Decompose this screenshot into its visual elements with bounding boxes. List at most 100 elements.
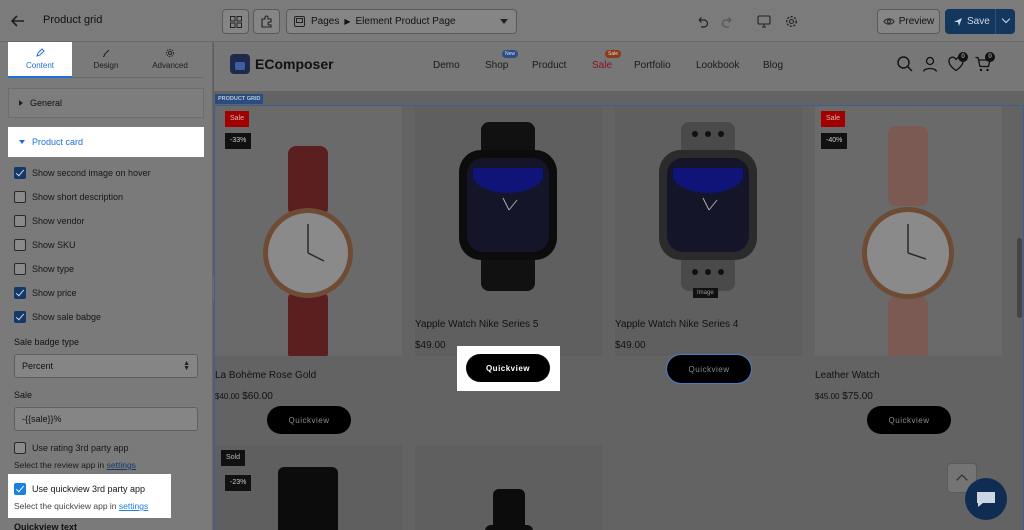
option-sku[interactable]: Show SKU xyxy=(14,239,76,251)
checkbox-unchecked[interactable] xyxy=(14,215,26,227)
menu-item-sale[interactable]: Sale xyxy=(592,60,612,71)
option-type[interactable]: Show type xyxy=(14,263,74,275)
product-title[interactable]: Yapple Watch Nike Series 4 xyxy=(615,319,738,330)
device-preview-button[interactable] xyxy=(755,12,773,30)
checkbox-checked[interactable] xyxy=(14,311,26,323)
menu-item-lookbook[interactable]: Lookbook xyxy=(696,60,739,71)
settings-button[interactable] xyxy=(782,12,800,30)
product-image[interactable] xyxy=(415,445,602,530)
logo-bag-icon xyxy=(230,54,250,74)
back-arrow-icon[interactable] xyxy=(8,11,28,31)
checkbox-unchecked[interactable] xyxy=(14,442,26,454)
product-price: $49.00 xyxy=(615,340,646,351)
tab-design[interactable]: Design xyxy=(74,42,138,76)
tab-advanced[interactable]: Advanced xyxy=(138,42,202,76)
product-price: $49.00 xyxy=(415,340,446,351)
discount-badge: -23% xyxy=(225,475,252,491)
option-label: Show sale babge xyxy=(32,312,102,322)
menu-item-shop[interactable]: Shop xyxy=(485,60,508,71)
layout-grid-button[interactable] xyxy=(222,9,249,34)
option-price[interactable]: Show price xyxy=(14,287,77,299)
checkbox-checked[interactable] xyxy=(14,167,26,179)
quickview-button-highlighted[interactable]: Quickview xyxy=(466,354,550,382)
sold-badge: Sold xyxy=(221,450,246,466)
section-product-card[interactable]: Product card xyxy=(8,127,204,157)
option-short-description[interactable]: Show short description xyxy=(14,191,123,203)
menu-item-product[interactable]: Product xyxy=(532,60,566,71)
chat-button[interactable] xyxy=(965,478,1007,520)
checkbox-unchecked[interactable] xyxy=(14,263,26,275)
sale-format-input[interactable]: -{{sale}}% xyxy=(14,407,198,431)
sale-price: $49.00 xyxy=(415,340,446,351)
save-button[interactable]: Save xyxy=(945,9,1015,34)
product-title[interactable]: Leather Watch xyxy=(815,370,880,381)
rating-settings-link[interactable]: settings xyxy=(107,460,136,470)
account-icon[interactable] xyxy=(921,55,939,73)
tab-content[interactable]: Content xyxy=(8,42,72,78)
undo-icon xyxy=(698,16,708,28)
product-title[interactable]: Yapple Watch Nike Series 5 xyxy=(415,319,538,330)
preview-button[interactable]: Preview xyxy=(877,9,940,34)
sale-price: $49.00 xyxy=(615,340,646,351)
product-title[interactable]: La Bohème Rose Gold xyxy=(215,370,316,381)
compare-price: $40.00 xyxy=(215,392,240,401)
search-icon[interactable] xyxy=(896,55,914,73)
option-label: Show SKU xyxy=(32,240,76,250)
checkbox-unchecked[interactable] xyxy=(14,239,26,251)
quickview-button[interactable]: Quickview xyxy=(867,406,951,434)
option-second-image[interactable]: Show second image on hover xyxy=(14,167,151,179)
undo-button[interactable] xyxy=(693,12,711,30)
store-logo[interactable]: EComposer xyxy=(230,54,334,74)
save-options-chevron-icon[interactable] xyxy=(1001,14,1011,24)
breadcrumb-separator-icon: ▶ xyxy=(344,17,351,26)
compare-price: $45.00 xyxy=(815,392,840,401)
page-name: Element Product Page xyxy=(355,16,456,27)
option-label: Show price xyxy=(32,288,77,298)
sidebar-tabs: Content Design Advanced xyxy=(8,42,204,78)
sale-price: $75.00 xyxy=(842,391,873,402)
option-label: Show vendor xyxy=(32,216,85,226)
chevron-down-icon xyxy=(500,19,508,24)
menu-item-blog[interactable]: Blog xyxy=(763,60,783,71)
product-price: $45.00 $75.00 xyxy=(815,391,873,402)
desktop-icon xyxy=(757,14,771,28)
checkbox-checked[interactable] xyxy=(14,287,26,299)
element-tag[interactable]: PRODUCT GRID xyxy=(215,94,264,104)
store-header: EComposer Demo Shop New Product Sale Sal… xyxy=(214,42,1024,91)
sale-label: Sale xyxy=(14,390,33,400)
menu-item-portfolio[interactable]: Portfolio xyxy=(634,60,671,71)
option-quickview-app[interactable]: Use quickview 3rd party app xyxy=(14,483,145,495)
cart-button[interactable]: 0 xyxy=(974,52,995,73)
cart-count: 0 xyxy=(985,52,995,62)
option-vendor[interactable]: Show vendor xyxy=(14,215,85,227)
option-label: Show short description xyxy=(32,192,124,202)
quickview-button[interactable]: Quickview xyxy=(666,354,752,384)
option-sale-badge[interactable]: Show sale babge xyxy=(14,311,101,323)
menu-badge-new: New xyxy=(502,50,519,58)
page-icon xyxy=(294,16,305,27)
quickview-option-highlight: Use quickview 3rd party app Select the q… xyxy=(8,474,171,518)
page-selector[interactable]: Pages ▶ Element Product Page xyxy=(286,9,517,34)
section-general[interactable]: General xyxy=(8,88,204,118)
wishlist-button[interactable]: 0 xyxy=(947,52,968,73)
option-label: Show second image on hover xyxy=(32,168,151,178)
quickview-highlight: Quickview xyxy=(457,346,560,391)
option-rating-app[interactable]: Use rating 3rd party app xyxy=(14,442,129,454)
chevron-right-icon xyxy=(19,100,23,106)
tab-content-label: Content xyxy=(25,61,55,70)
quickview-button[interactable]: Quickview xyxy=(267,406,351,434)
badge-type-select[interactable]: Percent ▲ ▼ xyxy=(14,354,198,378)
menu-item-demo[interactable]: Demo xyxy=(433,60,460,71)
quickview-settings-link[interactable]: settings xyxy=(119,501,148,511)
redo-button[interactable] xyxy=(718,12,736,30)
watch-image-icon xyxy=(485,489,533,530)
quickview-hint-text: Select the quickview app in xyxy=(14,501,117,511)
rating-hint-text: Select the review app in xyxy=(14,460,105,470)
section-product-card-label: Product card xyxy=(32,137,84,147)
extensions-button[interactable] xyxy=(253,9,280,34)
option-label: Use quickview 3rd party app xyxy=(32,484,146,494)
checkbox-checked[interactable] xyxy=(14,483,26,495)
page-scrollbar[interactable] xyxy=(1017,238,1022,318)
checkbox-unchecked[interactable] xyxy=(14,191,26,203)
grid-icon xyxy=(229,15,242,28)
